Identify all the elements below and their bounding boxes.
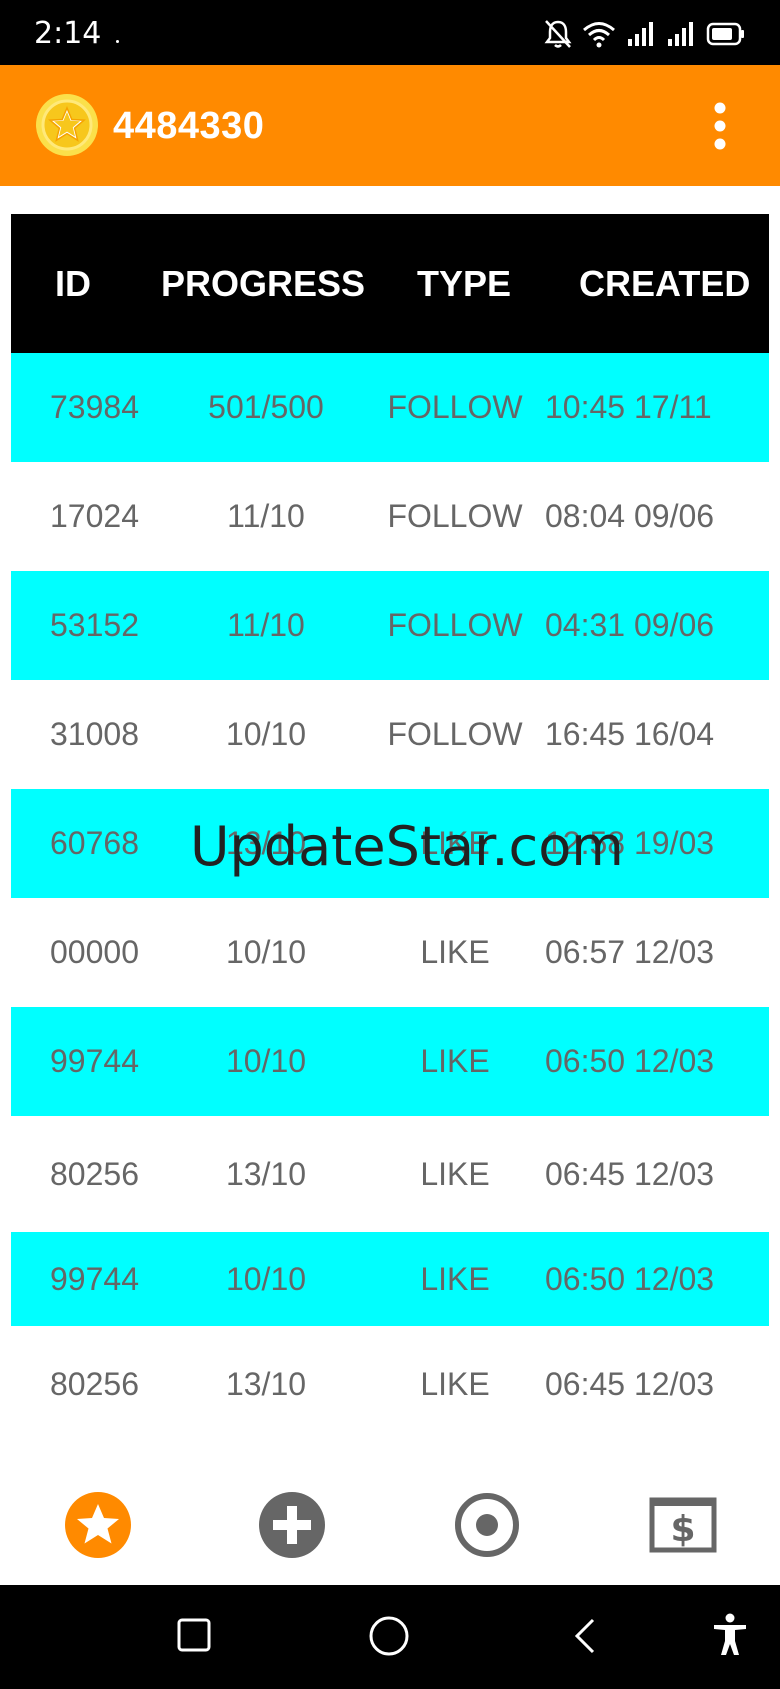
cell-progress: 10/10 (225, 934, 307, 970)
table-row[interactable]: 99744 10/10 LIKE 06:50 12/03 (11, 1007, 769, 1116)
cell-id: 60768 (50, 825, 139, 861)
cell-type: FOLLOW (387, 389, 523, 425)
status-time: 2:14 (34, 16, 102, 51)
coin-star-icon (36, 94, 98, 156)
cell-progress: 13/10 (225, 1155, 307, 1192)
wifi-icon (583, 22, 615, 48)
coin-count: 4484330 (113, 105, 265, 147)
cell-type: LIKE (420, 1365, 490, 1402)
cell-progress: 10/10 (225, 716, 307, 752)
cell-type: FOLLOW (387, 716, 523, 752)
cell-created: 06:57 12/03 (545, 934, 715, 970)
cell-type: FOLLOW (387, 607, 523, 643)
watermark: UpdateStar.com (190, 815, 624, 878)
target-icon[interactable] (452, 1490, 522, 1560)
dollar-bill-icon[interactable]: $ (648, 1490, 718, 1560)
cell-created: 06:50 12/03 (545, 1043, 715, 1079)
svg-text:$: $ (670, 1509, 695, 1550)
cell-created: 10:45 17/11 (545, 389, 712, 425)
cell-created: 04:31 09/06 (545, 607, 715, 643)
table-row[interactable]: 80256 13/10 LIKE 06:45 12/03 (11, 1116, 769, 1232)
cell-created: 06:45 12/03 (545, 1365, 715, 1402)
back-icon[interactable] (572, 1617, 598, 1655)
accessibility-icon[interactable] (712, 1613, 748, 1657)
column-header-type: TYPE (417, 263, 512, 304)
cell-progress: 13/10 (225, 1365, 307, 1402)
cell-type: FOLLOW (387, 498, 523, 534)
signal-icon-2 (668, 22, 693, 46)
table-header: ID PROGRESS TYPE CREATED (11, 214, 769, 353)
battery-icon (706, 22, 744, 46)
notification-dot-icon (116, 40, 119, 43)
cell-id: 80256 (50, 1155, 139, 1192)
cell-type: LIKE (420, 1260, 490, 1297)
plus-icon[interactable] (257, 1490, 327, 1560)
cell-created: 06:45 12/03 (545, 1155, 715, 1192)
table-row[interactable]: 00000 10/10 LIKE 06:57 12/03 (11, 898, 769, 1007)
cell-id: 99744 (50, 1260, 139, 1297)
cell-type: LIKE (420, 1043, 490, 1079)
cell-id: 53152 (50, 607, 139, 643)
column-header-progress: PROGRESS (161, 263, 366, 304)
table-row[interactable]: 80256 13/10 LIKE 06:45 12/03 (11, 1326, 769, 1442)
table-body: 73984 501/500 FOLLOW 10:45 17/11 17024 11/10 F… (11, 353, 769, 1442)
cell-progress: 10/10 (225, 1043, 307, 1079)
column-header-id: ID (55, 263, 91, 304)
cell-id: 17024 (50, 498, 139, 534)
table-row[interactable]: 99744 10/10 LIKE 06:50 12/03 (11, 1232, 769, 1326)
column-header-created: CREATED (579, 263, 751, 304)
cell-type: LIKE (420, 1155, 490, 1192)
bottom-navigation: $ (0, 1470, 780, 1585)
cell-id: 00000 (50, 934, 139, 970)
table-row[interactable]: 17024 11/10 FOLLOW 08:04 09/06 (11, 462, 769, 571)
cell-id: 80256 (50, 1365, 139, 1402)
star-icon[interactable] (63, 1490, 133, 1560)
more-vert-icon[interactable] (706, 100, 734, 152)
signal-icon (628, 22, 653, 46)
table-row[interactable]: 53152 11/10 FOLLOW 04:31 09/06 (11, 571, 769, 680)
cell-type: LIKE (420, 934, 490, 970)
cell-created: 08:04 09/06 (545, 498, 715, 534)
app-bar: 4484330 (0, 65, 780, 186)
cell-created: 06:50 12/03 (545, 1260, 715, 1297)
status-bar: 2:14 (0, 0, 780, 65)
status-icons (544, 18, 746, 50)
table-row[interactable]: 73984 501/500 FOLLOW 10:45 17/11 (11, 353, 769, 462)
cell-progress: 11/10 (227, 607, 305, 643)
cell-id: 73984 (50, 389, 139, 425)
home-icon[interactable] (368, 1615, 410, 1657)
cell-id: 31008 (50, 716, 139, 752)
cell-progress: 501/500 (208, 389, 324, 425)
cell-id: 99744 (50, 1043, 139, 1079)
table-row[interactable]: 31008 10/10 FOLLOW 16:45 16/04 (11, 680, 769, 789)
cell-progress: 11/10 (227, 498, 305, 534)
cell-created: 16:45 16/04 (545, 716, 715, 752)
recents-icon[interactable] (176, 1617, 212, 1653)
bell-off-icon (544, 20, 572, 48)
cell-progress: 10/10 (225, 1260, 307, 1297)
system-navigation-bar (0, 1585, 780, 1689)
